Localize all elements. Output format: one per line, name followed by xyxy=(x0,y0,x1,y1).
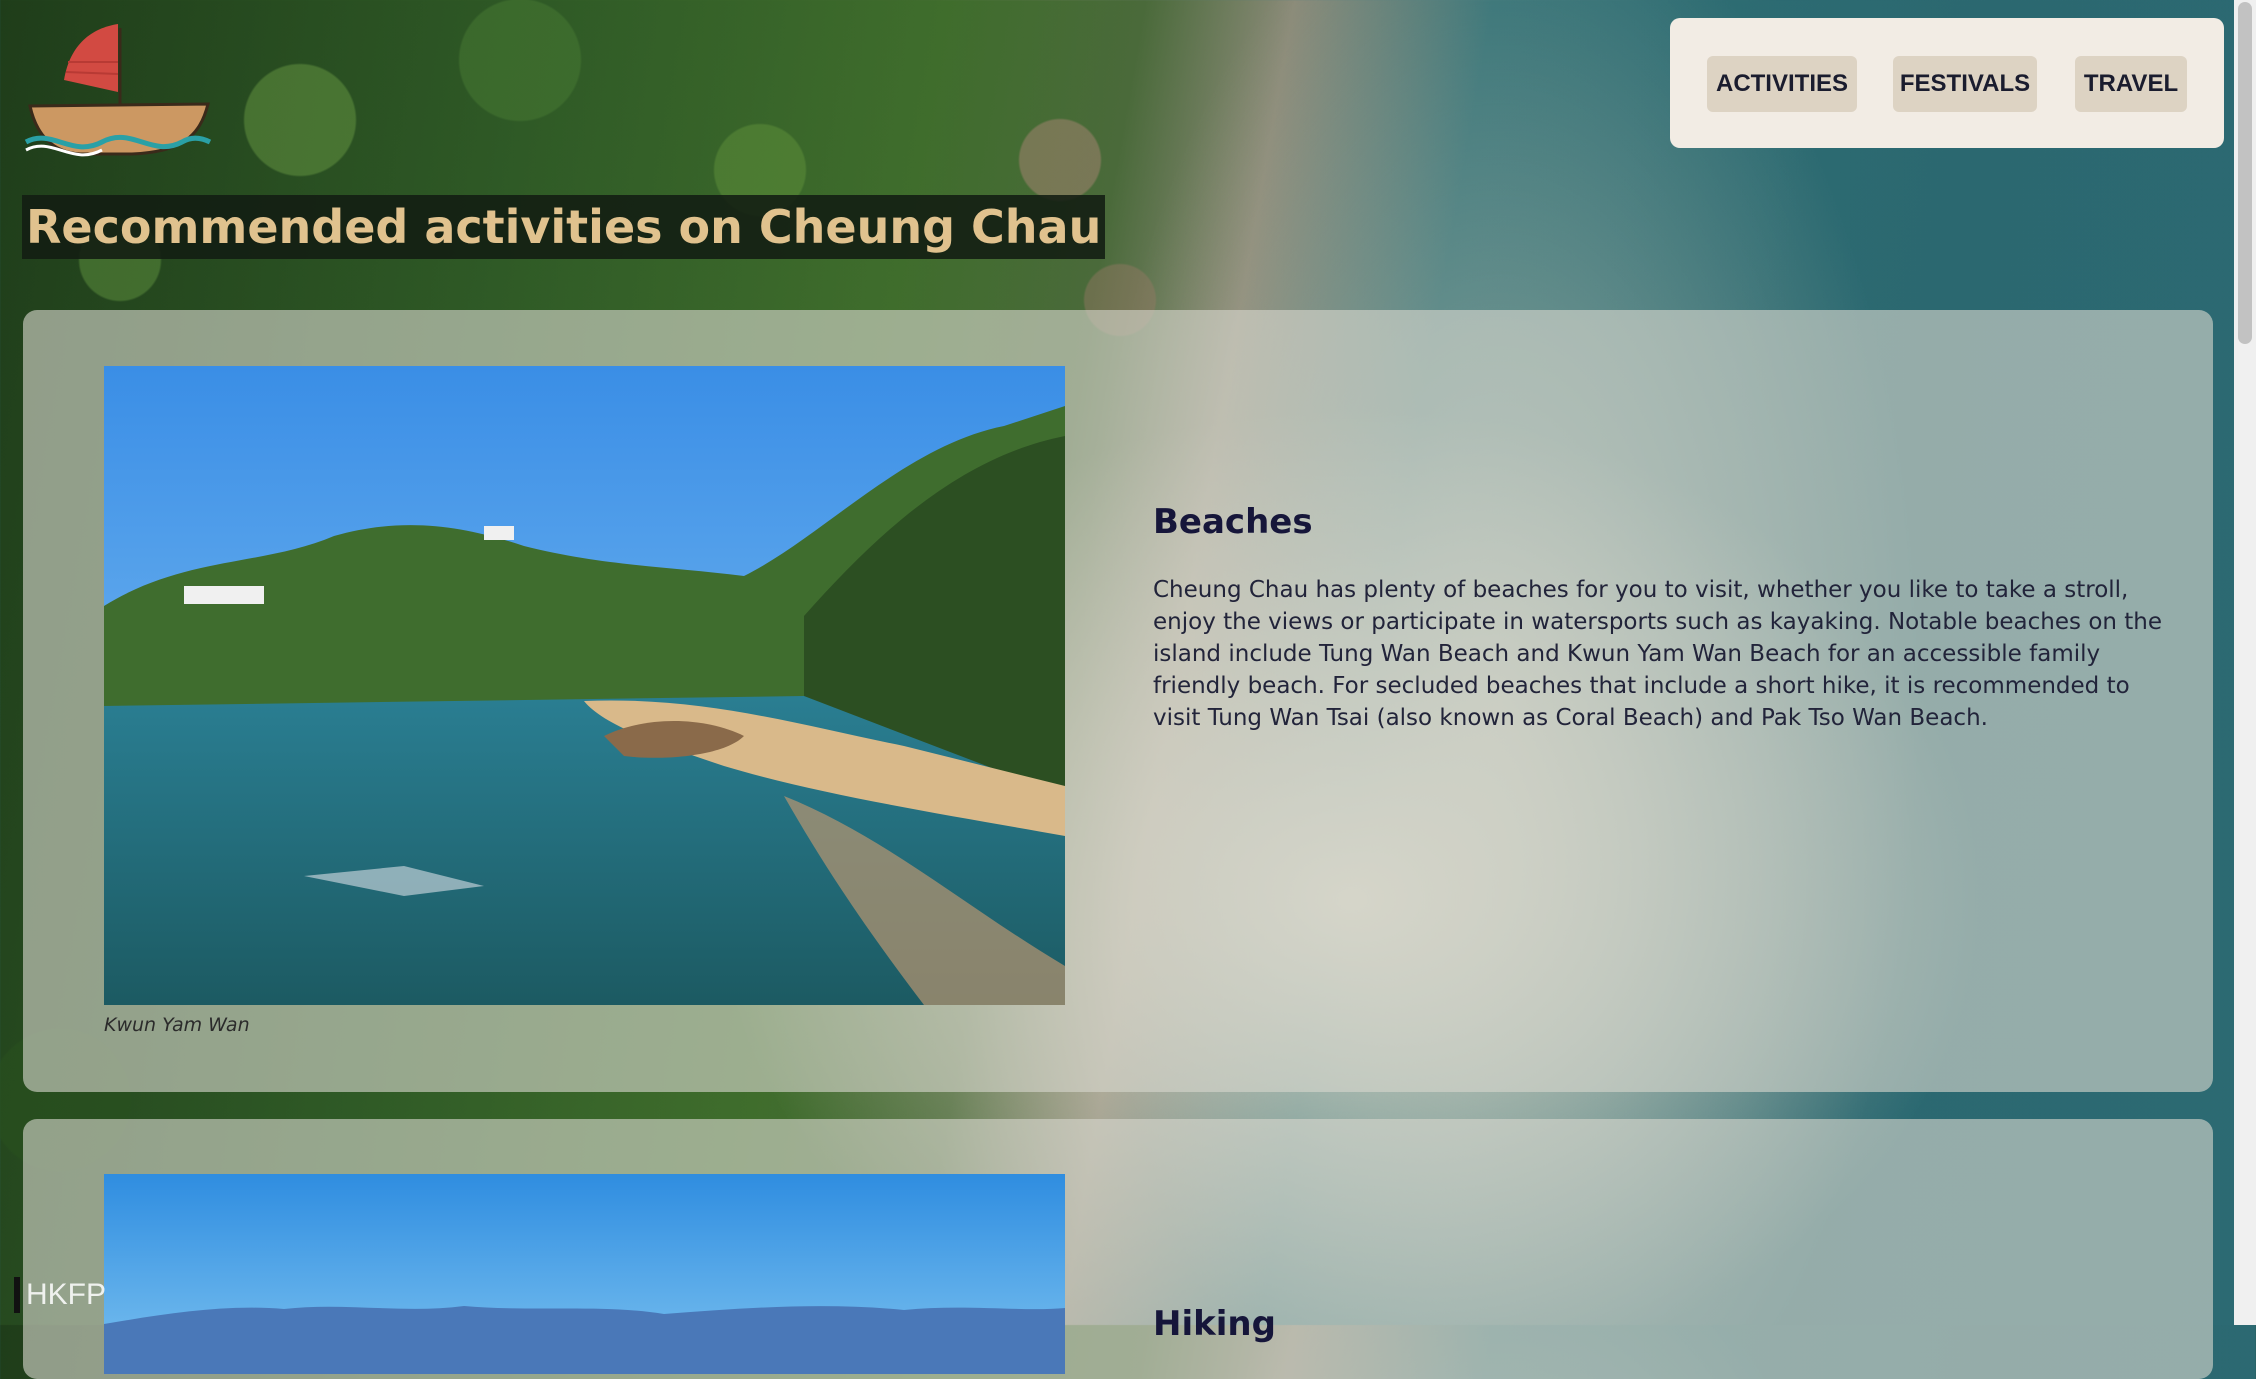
activity-heading: Hiking xyxy=(1153,1304,1276,1344)
hiking-photo xyxy=(104,1174,1065,1374)
watermark: HKFP xyxy=(14,1275,106,1315)
beach-photo xyxy=(104,366,1065,1005)
nav-festivals-button[interactable]: FESTIVALS xyxy=(1893,56,2037,112)
scrollbar-thumb[interactable] xyxy=(2238,2,2252,344)
page-title: Recommended activities on Cheung Chau xyxy=(22,195,1106,259)
watermark-text: HKFP xyxy=(26,1278,107,1311)
activity-card-beaches: Kwun Yam Wan Beaches Cheung Chau has ple… xyxy=(23,310,2213,1092)
activity-heading: Beaches xyxy=(1153,502,1313,542)
main-nav: ACTIVITIES FESTIVALS TRAVEL xyxy=(1670,18,2224,148)
activity-card-hiking: Hiking xyxy=(23,1119,2213,1379)
nav-travel-button[interactable]: TRAVEL xyxy=(2075,56,2187,112)
nav-activities-button[interactable]: ACTIVITIES xyxy=(1707,56,1857,112)
watermark-bar xyxy=(14,1277,20,1313)
vertical-scrollbar[interactable] xyxy=(2234,0,2256,1325)
photo-caption: Kwun Yam Wan xyxy=(104,1014,250,1036)
sailboat-logo-icon[interactable] xyxy=(22,18,212,160)
activity-description: Cheung Chau has plenty of beaches for yo… xyxy=(1153,577,2163,731)
